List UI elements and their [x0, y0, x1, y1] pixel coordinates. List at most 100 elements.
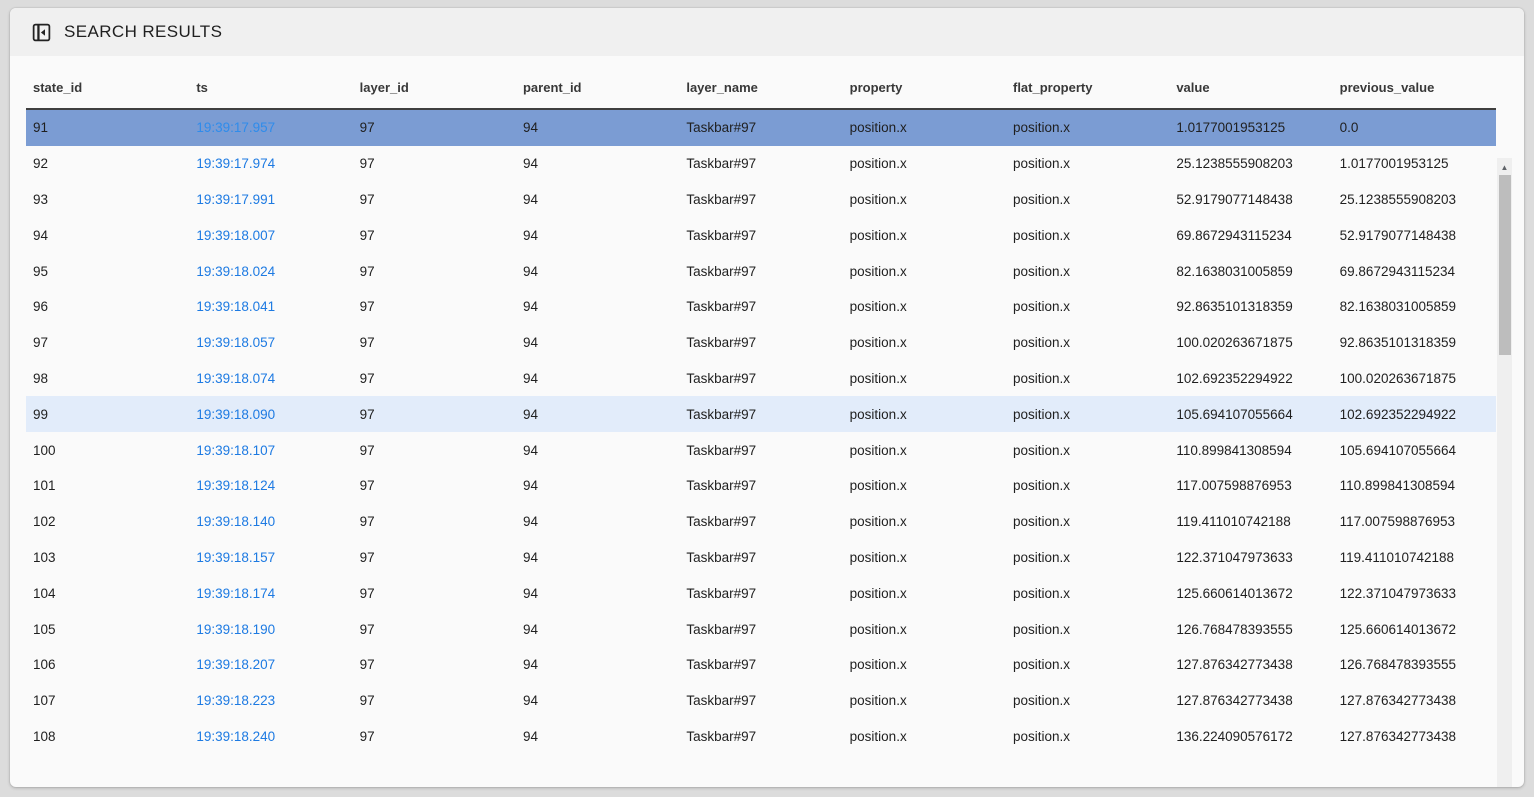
cell-previous_value: 92.8635101318359: [1333, 335, 1496, 350]
ts-link[interactable]: 19:39:17.991: [196, 192, 275, 207]
cell-parent_id: 94: [516, 693, 679, 708]
ts-link[interactable]: 19:39:18.090: [196, 407, 275, 422]
cell-layer_name: Taskbar#97: [679, 550, 842, 565]
column-header-ts[interactable]: ts: [189, 80, 352, 95]
ts-link[interactable]: 19:39:17.957: [196, 120, 275, 135]
cell-value: 122.371047973633: [1169, 550, 1332, 565]
cell-ts: 19:39:17.957: [189, 120, 352, 135]
table-row[interactable]: 10419:39:18.1749794Taskbar#97position.xp…: [26, 575, 1496, 611]
cell-property: position.x: [843, 693, 1006, 708]
cell-previous_value: 52.9179077148438: [1333, 228, 1496, 243]
table-row[interactable]: 9419:39:18.0079794Taskbar#97position.xpo…: [26, 217, 1496, 253]
ts-link[interactable]: 19:39:18.007: [196, 228, 275, 243]
cell-flat_property: position.x: [1006, 478, 1169, 493]
scroll-up-icon[interactable]: ▲: [1497, 160, 1512, 174]
column-header-state_id[interactable]: state_id: [26, 80, 189, 95]
table-row[interactable]: 9219:39:17.9749794Taskbar#97position.xpo…: [26, 146, 1496, 182]
ts-link[interactable]: 19:39:18.223: [196, 693, 275, 708]
scrollbar-thumb[interactable]: [1499, 175, 1511, 355]
table-row[interactable]: 10719:39:18.2239794Taskbar#97position.xp…: [26, 683, 1496, 719]
cell-value: 92.8635101318359: [1169, 299, 1332, 314]
cell-previous_value: 102.692352294922: [1333, 407, 1496, 422]
table-row[interactable]: 10219:39:18.1409794Taskbar#97position.xp…: [26, 504, 1496, 540]
ts-link[interactable]: 19:39:18.074: [196, 371, 275, 386]
cell-property: position.x: [843, 299, 1006, 314]
cell-property: position.x: [843, 586, 1006, 601]
cell-layer_name: Taskbar#97: [679, 622, 842, 637]
ts-link[interactable]: 19:39:18.190: [196, 622, 275, 637]
cell-layer_name: Taskbar#97: [679, 443, 842, 458]
cell-flat_property: position.x: [1006, 514, 1169, 529]
ts-link[interactable]: 19:39:18.157: [196, 550, 275, 565]
cell-parent_id: 94: [516, 729, 679, 744]
cell-property: position.x: [843, 622, 1006, 637]
cell-parent_id: 94: [516, 514, 679, 529]
table-row[interactable]: 9319:39:17.9919794Taskbar#97position.xpo…: [26, 182, 1496, 218]
column-header-property[interactable]: property: [843, 80, 1006, 95]
ts-link[interactable]: 19:39:18.107: [196, 443, 275, 458]
cell-layer_id: 97: [353, 371, 516, 386]
cell-flat_property: position.x: [1006, 228, 1169, 243]
cell-layer_id: 97: [353, 657, 516, 672]
cell-property: position.x: [843, 120, 1006, 135]
column-header-previous_value[interactable]: previous_value: [1333, 80, 1496, 95]
column-header-layer_id[interactable]: layer_id: [353, 80, 516, 95]
ts-link[interactable]: 19:39:18.140: [196, 514, 275, 529]
cell-layer_id: 97: [353, 228, 516, 243]
vertical-scrollbar[interactable]: ▲ ▼: [1497, 158, 1512, 787]
cell-previous_value: 125.660614013672: [1333, 622, 1496, 637]
cell-previous_value: 105.694107055664: [1333, 443, 1496, 458]
ts-link[interactable]: 19:39:18.207: [196, 657, 275, 672]
column-header-flat_property[interactable]: flat_property: [1006, 80, 1169, 95]
cell-layer_id: 97: [353, 264, 516, 279]
ts-link[interactable]: 19:39:17.974: [196, 156, 275, 171]
cell-value: 69.8672943115234: [1169, 228, 1332, 243]
ts-link[interactable]: 19:39:18.240: [196, 729, 275, 744]
table-row[interactable]: 9819:39:18.0749794Taskbar#97position.xpo…: [26, 361, 1496, 397]
table-row[interactable]: 10119:39:18.1249794Taskbar#97position.xp…: [26, 468, 1496, 504]
cell-parent_id: 94: [516, 335, 679, 350]
table-row[interactable]: 9119:39:17.9579794Taskbar#97position.xpo…: [26, 110, 1496, 146]
cell-previous_value: 126.768478393555: [1333, 657, 1496, 672]
cell-value: 52.9179077148438: [1169, 192, 1332, 207]
cell-property: position.x: [843, 192, 1006, 207]
table-row[interactable]: 9919:39:18.0909794Taskbar#97position.xpo…: [26, 396, 1496, 432]
cell-layer_name: Taskbar#97: [679, 657, 842, 672]
column-header-parent_id[interactable]: parent_id: [516, 80, 679, 95]
cell-value: 110.899841308594: [1169, 443, 1332, 458]
cell-state_id: 99: [26, 407, 189, 422]
cell-state_id: 96: [26, 299, 189, 314]
ts-link[interactable]: 19:39:18.124: [196, 478, 275, 493]
table-row[interactable]: 10819:39:18.2409794Taskbar#97position.xp…: [26, 719, 1496, 755]
cell-state_id: 105: [26, 622, 189, 637]
cell-property: position.x: [843, 729, 1006, 744]
table-row[interactable]: 9719:39:18.0579794Taskbar#97position.xpo…: [26, 325, 1496, 361]
cell-property: position.x: [843, 156, 1006, 171]
cell-flat_property: position.x: [1006, 335, 1169, 350]
table-row[interactable]: 9619:39:18.0419794Taskbar#97position.xpo…: [26, 289, 1496, 325]
column-header-layer_name[interactable]: layer_name: [679, 80, 842, 95]
ts-link[interactable]: 19:39:18.057: [196, 335, 275, 350]
cell-flat_property: position.x: [1006, 407, 1169, 422]
cell-parent_id: 94: [516, 622, 679, 637]
cell-parent_id: 94: [516, 192, 679, 207]
ts-link[interactable]: 19:39:18.024: [196, 264, 275, 279]
ts-link[interactable]: 19:39:18.041: [196, 299, 275, 314]
table-row[interactable]: 10319:39:18.1579794Taskbar#97position.xp…: [26, 540, 1496, 576]
cell-ts: 19:39:18.107: [189, 443, 352, 458]
table-row[interactable]: 9519:39:18.0249794Taskbar#97position.xpo…: [26, 253, 1496, 289]
cell-parent_id: 94: [516, 550, 679, 565]
table-row[interactable]: 10519:39:18.1909794Taskbar#97position.xp…: [26, 611, 1496, 647]
cell-state_id: 107: [26, 693, 189, 708]
cell-layer_name: Taskbar#97: [679, 514, 842, 529]
table-row[interactable]: 10019:39:18.1079794Taskbar#97position.xp…: [26, 432, 1496, 468]
cell-layer_name: Taskbar#97: [679, 156, 842, 171]
column-header-value[interactable]: value: [1169, 80, 1332, 95]
cell-parent_id: 94: [516, 586, 679, 601]
table-row[interactable]: 10619:39:18.2079794Taskbar#97position.xp…: [26, 647, 1496, 683]
cell-property: position.x: [843, 407, 1006, 422]
ts-link[interactable]: 19:39:18.174: [196, 586, 275, 601]
cell-previous_value: 127.876342773438: [1333, 729, 1496, 744]
cell-flat_property: position.x: [1006, 120, 1169, 135]
cell-previous_value: 1.0177001953125: [1333, 156, 1496, 171]
